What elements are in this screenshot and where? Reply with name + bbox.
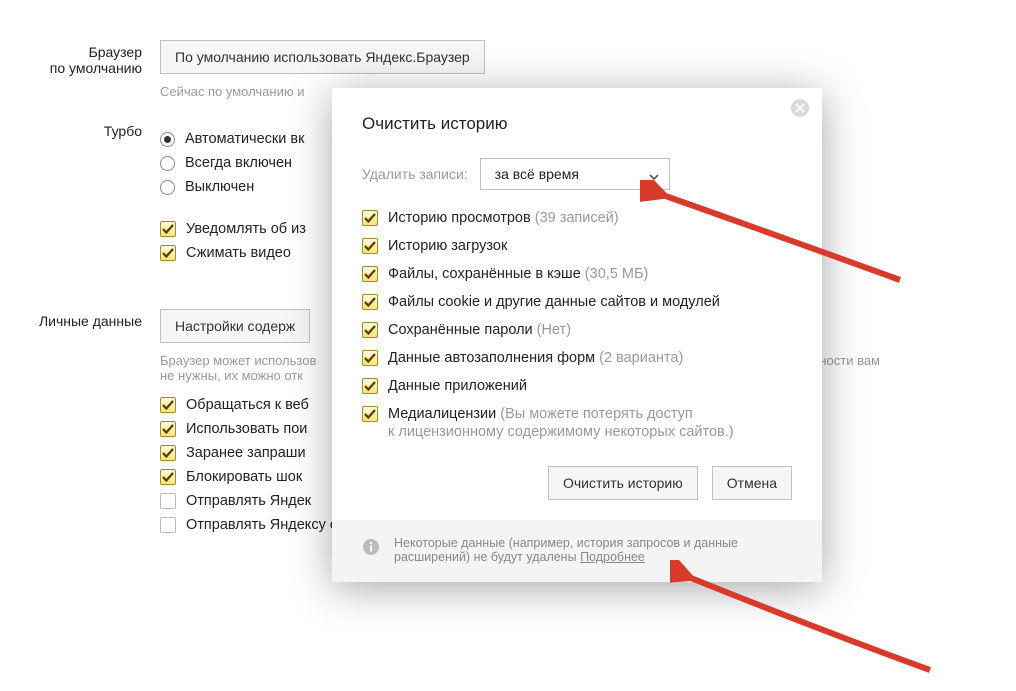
checkbox-icon bbox=[160, 445, 176, 461]
checkbox-icon bbox=[160, 397, 176, 413]
checkbox-icon bbox=[362, 350, 378, 366]
close-icon[interactable] bbox=[790, 98, 810, 118]
footer-text: Некоторые данные (например, история запр… bbox=[394, 536, 792, 564]
clear-item[interactable]: Данные приложений bbox=[362, 378, 792, 394]
time-range-row: Удалить записи: за всё время bbox=[362, 158, 792, 190]
check-label: Обращаться к веб bbox=[186, 397, 309, 413]
check-label: Сжимать видео bbox=[186, 245, 291, 261]
modal-title: Очистить историю bbox=[362, 114, 792, 134]
checkbox-icon bbox=[362, 266, 378, 282]
label-turbo: Турбо bbox=[0, 123, 160, 269]
clear-history-modal: Очистить историю Удалить записи: за всё … bbox=[332, 88, 822, 582]
checkbox-icon bbox=[362, 406, 378, 422]
checkbox-icon bbox=[362, 322, 378, 338]
checkbox-icon bbox=[160, 221, 176, 237]
footer-text-body: Некоторые данные (например, история запр… bbox=[394, 536, 738, 564]
modal-actions: Очистить историю Отмена bbox=[362, 466, 792, 500]
content-settings-button[interactable]: Настройки содерж bbox=[160, 309, 310, 343]
clear-item[interactable]: Файлы, сохранённые в кэше (30,5 МБ) bbox=[362, 266, 792, 282]
info-icon bbox=[362, 538, 380, 556]
checkbox-icon bbox=[160, 517, 176, 533]
clear-history-button[interactable]: Очистить историю bbox=[548, 466, 698, 500]
radio-icon bbox=[160, 180, 175, 195]
clear-item-label: Данные приложений bbox=[388, 378, 527, 394]
check-label: Заранее запраши bbox=[186, 445, 306, 461]
clear-item[interactable]: Сохранённые пароли (Нет) bbox=[362, 322, 792, 338]
check-label: Использовать пои bbox=[186, 421, 307, 437]
personal-hint-left: Браузер может использов не нужны, их мож… bbox=[160, 353, 316, 383]
modal-footer: Некоторые данные (например, история запр… bbox=[332, 520, 822, 582]
clear-item-label: Файлы cookie и другие данные сайтов и мо… bbox=[388, 294, 720, 310]
cancel-button[interactable]: Отмена bbox=[712, 466, 792, 500]
clear-item-label: Файлы, сохранённые в кэше (30,5 МБ) bbox=[388, 266, 648, 282]
check-label: Отправлять Яндек bbox=[186, 493, 311, 509]
clear-item[interactable]: Медиалицензии (Вы можете потерять доступ… bbox=[362, 406, 792, 440]
radio-icon bbox=[160, 132, 175, 147]
checkbox-icon bbox=[362, 238, 378, 254]
radio-label: Выключен bbox=[185, 179, 254, 195]
checkbox-icon bbox=[160, 493, 176, 509]
clear-item-label: Историю просмотров (39 записей) bbox=[388, 210, 619, 226]
clear-item-label: Данные автозаполнения форм (2 варианта) bbox=[388, 350, 683, 366]
clear-item-label: Медиалицензии (Вы можете потерять доступ… bbox=[388, 406, 734, 440]
clear-item[interactable]: Данные автозаполнения форм (2 варианта) bbox=[362, 350, 792, 366]
checkbox-icon bbox=[362, 378, 378, 394]
clear-items-list: Историю просмотров (39 записей) Историю з… bbox=[362, 210, 792, 440]
checkbox-icon bbox=[362, 294, 378, 310]
checkbox-icon bbox=[160, 245, 176, 261]
select-value: за всё время bbox=[495, 166, 579, 182]
learn-more-link[interactable]: Подробнее bbox=[580, 550, 645, 564]
label-personal: Личные данные bbox=[0, 309, 160, 541]
radio-icon bbox=[160, 156, 175, 171]
checkbox-icon bbox=[160, 421, 176, 437]
clear-item[interactable]: Историю загрузок bbox=[362, 238, 792, 254]
clear-item[interactable]: Файлы cookie и другие данные сайтов и мо… bbox=[362, 294, 792, 310]
chevron-down-icon bbox=[649, 169, 659, 179]
checkbox-icon bbox=[362, 210, 378, 226]
check-label: Блокировать шок bbox=[186, 469, 302, 485]
time-range-select[interactable]: за всё время bbox=[480, 158, 670, 190]
clear-item-label: Историю загрузок bbox=[388, 238, 507, 254]
radio-label: Автоматически вк bbox=[185, 131, 304, 147]
time-range-label: Удалить записи: bbox=[362, 166, 468, 182]
radio-label: Всегда включен bbox=[185, 155, 292, 171]
clear-item-label: Сохранённые пароли (Нет) bbox=[388, 322, 571, 338]
label-default-browser: Браузер по умолчанию bbox=[0, 40, 160, 99]
clear-item[interactable]: Историю просмотров (39 записей) bbox=[362, 210, 792, 226]
set-default-browser-button[interactable]: По умолчанию использовать Яндекс.Браузер bbox=[160, 40, 485, 74]
checkbox-icon bbox=[160, 469, 176, 485]
check-label: Уведомлять об из bbox=[186, 221, 306, 237]
